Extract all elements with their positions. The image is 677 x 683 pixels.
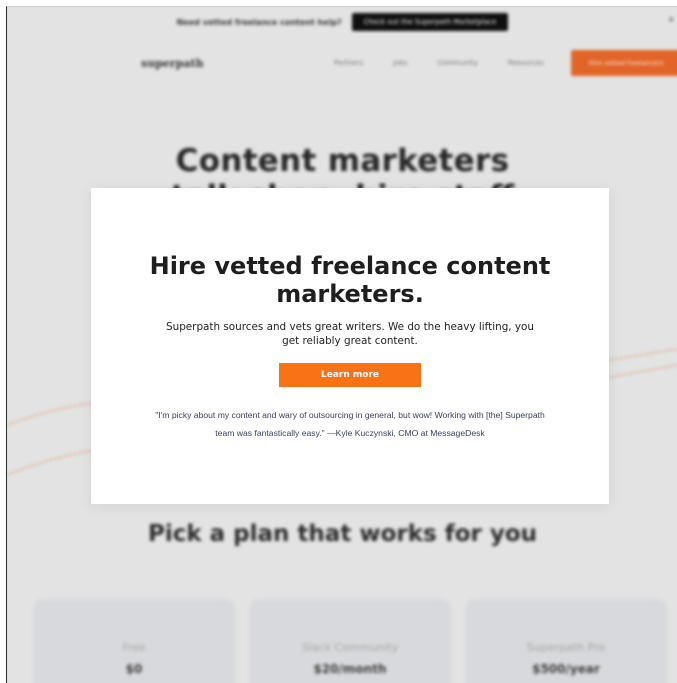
plan-price: $500/year xyxy=(532,662,600,676)
plan-card-free[interactable]: Free $0 xyxy=(33,599,235,683)
modal-title: Hire vetted freelance content marketers. xyxy=(149,252,551,308)
nav-link-partners[interactable]: Partners xyxy=(334,59,363,67)
nav-link-resources[interactable]: Resources xyxy=(508,59,544,67)
nav-link-jobs[interactable]: Jobs xyxy=(393,59,407,67)
marketplace-link-button[interactable]: Check out the Superpath Marketplace xyxy=(351,13,509,31)
plan-name: Free xyxy=(122,641,146,654)
plan-name: Superpath Pro xyxy=(526,641,606,654)
hero-title: Content marketers xyxy=(175,143,510,179)
hire-freelancers-modal: Hire vetted freelance content marketers.… xyxy=(91,188,609,504)
plan-card-slack-community[interactable]: Slack Community $20/month xyxy=(249,599,451,683)
nav-links: Partners Jobs Community Resources xyxy=(334,59,574,67)
announcement-text: Need vetted freelance content help? xyxy=(176,17,342,27)
learn-more-button[interactable]: Learn more xyxy=(279,363,421,387)
browser-viewport: Need vetted freelance content help? Chec… xyxy=(6,6,677,683)
plan-price: $0 xyxy=(125,662,143,676)
close-icon[interactable]: x xyxy=(669,15,674,25)
top-navigation: superpath Partners Jobs Community Resour… xyxy=(7,43,677,83)
plan-price: $20/month xyxy=(313,662,387,676)
hire-freelancers-button[interactable]: Hire vetted freelancers xyxy=(571,50,677,76)
testimonial-quote: "I'm picky about my content and wary of … xyxy=(155,410,545,438)
nav-link-community[interactable]: Community xyxy=(438,59,479,67)
plan-name: Slack Community xyxy=(301,641,399,654)
plans-heading: Pick a plan that works for you xyxy=(147,521,538,547)
superpath-logo[interactable]: superpath xyxy=(141,57,204,70)
plan-card-superpath-pro[interactable]: Superpath Pro $500/year xyxy=(465,599,667,683)
modal-subtitle: Superpath sources and vets great writers… xyxy=(166,321,534,347)
plan-cards: Free $0 Slack Community $20/month Superp… xyxy=(33,599,667,683)
announcement-bar: Need vetted freelance content help? Chec… xyxy=(7,7,677,37)
